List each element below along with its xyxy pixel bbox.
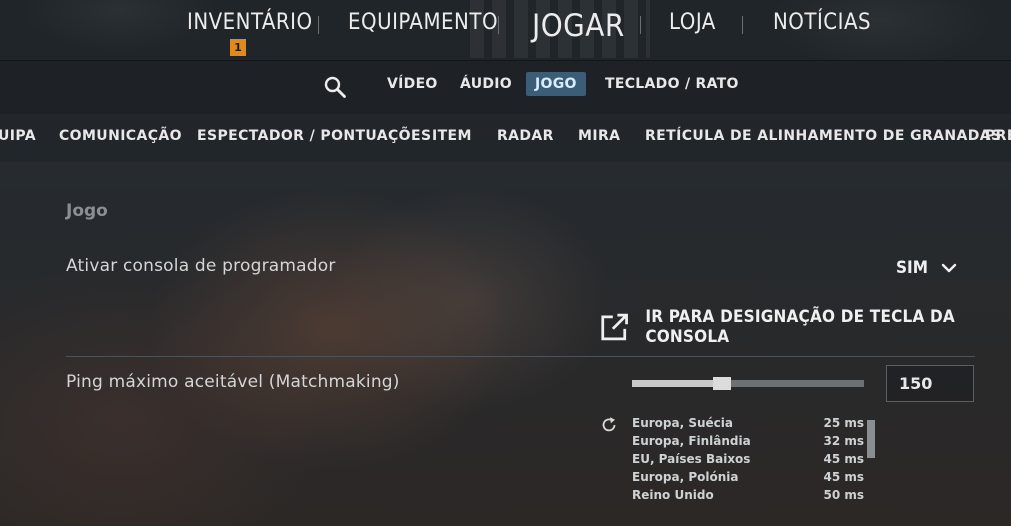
max-ping-slider[interactable] xyxy=(632,377,864,390)
category-equipa[interactable]: UIPA xyxy=(0,128,36,144)
nav-jogar[interactable]: JOGAR xyxy=(532,8,625,44)
nav-separator xyxy=(640,16,641,34)
nav-loja[interactable]: LOJA xyxy=(669,10,716,35)
nav-inventario[interactable]: INVENTÁRIO xyxy=(187,10,313,35)
console-keybind-label: IR PARA DESIGNAÇÃO DE TECLA DA CONSOLA xyxy=(645,307,955,347)
category-pre[interactable]: PRE xyxy=(985,128,1011,144)
tab-jogo[interactable]: JOGO xyxy=(526,72,586,96)
dev-console-dropdown[interactable]: SIM xyxy=(896,256,958,280)
category-mira[interactable]: MIRA xyxy=(578,128,620,144)
list-item: Europa, Polónia 45 ms xyxy=(632,470,864,488)
nav-separator xyxy=(742,16,743,34)
dev-console-label: Ativar consola de programador xyxy=(66,256,336,276)
server-ping: 45 ms xyxy=(823,452,864,466)
max-ping-label: Ping máximo aceitável (Matchmaking) xyxy=(66,372,400,392)
max-ping-slider-thumb[interactable] xyxy=(713,377,732,390)
server-name: Europa, Suécia xyxy=(632,416,733,430)
top-navigation-bar: INVENTÁRIO 1 EQUIPAMENTO JOGAR LOJA NOTÍ… xyxy=(0,0,1011,61)
category-tab-bar: UIPA COMUNICAÇÃO ESPECTADOR / PONTUAÇÕES… xyxy=(0,114,1011,162)
refresh-icon[interactable] xyxy=(600,416,618,434)
list-item: EU, Países Baixos 45 ms xyxy=(632,452,864,470)
tab-video[interactable]: VÍDEO xyxy=(378,72,447,96)
max-ping-value-input[interactable]: 150 xyxy=(886,365,974,402)
server-ping: 25 ms xyxy=(823,416,864,430)
server-name: Reino Unido xyxy=(632,488,714,502)
category-item[interactable]: ITEM xyxy=(432,128,472,144)
server-ping-list: Europa, Suécia 25 ms Europa, Finlândia 3… xyxy=(632,416,864,506)
external-link-icon xyxy=(601,313,628,341)
console-keybind-link[interactable]: IR PARA DESIGNAÇÃO DE TECLA DA CONSOLA xyxy=(600,307,1011,347)
server-name: Europa, Finlândia xyxy=(632,434,751,448)
category-reticula-granadas[interactable]: RETÍCULA DE ALINHAMENTO DE GRANADAS xyxy=(645,128,1001,144)
list-item: Europa, Suécia 25 ms xyxy=(632,416,864,434)
list-item: Europa, Finlândia 32 ms xyxy=(632,434,864,452)
nav-equipamento[interactable]: EQUIPAMENTO xyxy=(348,10,498,35)
section-divider xyxy=(66,356,975,357)
section-title: Jogo xyxy=(66,201,108,221)
nav-noticias[interactable]: NOTÍCIAS xyxy=(773,10,871,35)
nav-separator xyxy=(498,16,499,34)
dev-console-value: SIM xyxy=(896,258,928,278)
nav-separator xyxy=(318,16,319,34)
server-list-scrollbar[interactable] xyxy=(867,420,875,458)
tab-teclado-rato[interactable]: TECLADO / RATO xyxy=(596,72,748,96)
chevron-down-icon xyxy=(941,263,957,273)
inventory-notification-badge: 1 xyxy=(230,39,246,56)
search-icon[interactable] xyxy=(323,75,347,99)
category-espectador-pontuacoes[interactable]: ESPECTADOR / PONTUAÇÕES xyxy=(197,128,431,144)
tab-audio[interactable]: ÁUDIO xyxy=(451,72,521,96)
server-ping: 45 ms xyxy=(823,470,864,484)
max-ping-slider-fill xyxy=(632,380,723,387)
server-name: EU, Países Baixos xyxy=(632,452,751,466)
server-name: Europa, Polónia xyxy=(632,470,739,484)
list-item: Reino Unido 50 ms xyxy=(632,488,864,506)
category-comunicacao[interactable]: COMUNICAÇÃO xyxy=(59,128,182,144)
server-ping: 32 ms xyxy=(823,434,864,448)
server-ping: 50 ms xyxy=(823,488,864,502)
category-radar[interactable]: RADAR xyxy=(497,128,554,144)
